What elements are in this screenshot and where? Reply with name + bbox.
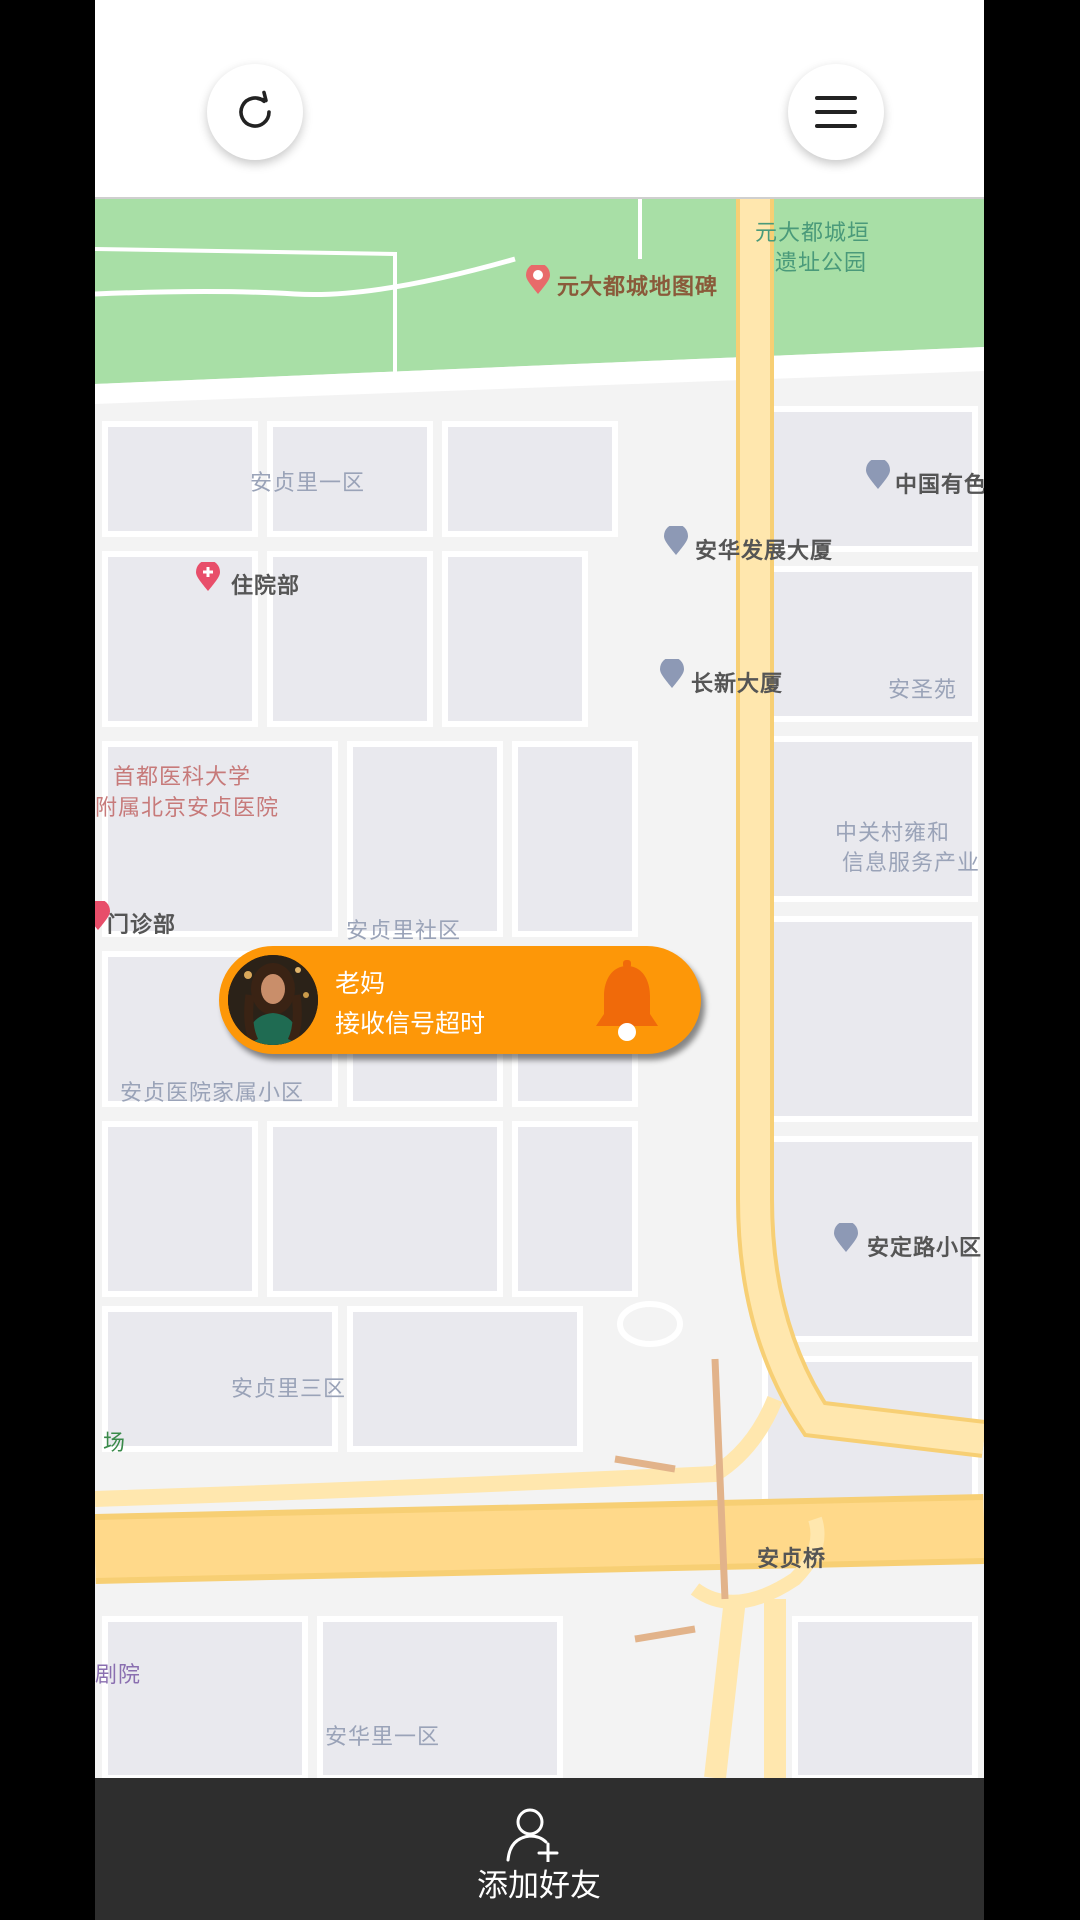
add-friend-label: 添加好友 <box>477 1868 601 1904</box>
building-pin-icon <box>866 460 890 489</box>
avatar <box>228 955 318 1045</box>
map-label: 信息服务产业 <box>842 851 981 876</box>
building-pin-icon <box>660 659 684 688</box>
map-label: 附属北京安贞医院 <box>95 796 280 821</box>
map-label: 安贞里一区 <box>250 471 366 496</box>
map-label: 元大都城垣 <box>755 221 871 246</box>
add-user-icon <box>506 1808 559 1862</box>
poi-pin-icon <box>526 265 550 294</box>
map-label: 门诊部 <box>107 913 177 938</box>
map-label: 安华里一区 <box>325 1725 441 1750</box>
map-label: 住院部 <box>231 574 301 599</box>
refresh-icon <box>239 90 271 128</box>
map-label: 长新大厦 <box>691 672 784 697</box>
bell-icon[interactable] <box>587 960 667 1046</box>
map-label: 安定路小区 <box>867 1236 983 1261</box>
map-label: 剧院 <box>95 1663 142 1688</box>
map-label: 安贞医院家属小区 <box>120 1081 305 1106</box>
friend-alert-card[interactable]: 老妈 接收信号超时 <box>219 946 701 1054</box>
map-label: 场 <box>103 1431 127 1456</box>
app-screen: 元大都城垣 遗址公园 元大都城地图碑 安贞里一区 中国有色 安华发展大厦 住院部… <box>95 0 984 1920</box>
signal-status: 接收信号超时 <box>335 1009 486 1038</box>
menu-button[interactable] <box>788 64 884 160</box>
building-pin-icon <box>834 1223 858 1252</box>
map-label: 遗址公园 <box>775 251 868 276</box>
hamburger-menu-icon <box>815 96 857 128</box>
map-label: 安圣苑 <box>888 678 958 703</box>
map-label: 元大都城地图碑 <box>557 275 719 300</box>
map-label: 安贞桥 <box>757 1547 827 1572</box>
building-pin-icon <box>664 526 688 555</box>
refresh-button[interactable] <box>207 64 303 160</box>
map-label: 安华发展大厦 <box>695 539 834 564</box>
map-label: 中关村雍和 <box>835 821 951 846</box>
map-label: 首都医科大学 <box>113 765 252 790</box>
map-label: 中国有色 <box>895 473 984 498</box>
add-friend-button[interactable]: 添加好友 <box>439 1806 639 1914</box>
map-label: 安贞里社区 <box>346 919 462 944</box>
friend-name: 老妈 <box>335 969 386 998</box>
map-label: 安贞里三区 <box>231 1377 347 1402</box>
hospital-pin-icon <box>196 562 220 591</box>
top-toolbar <box>95 0 984 199</box>
bottom-nav: 添加好友 <box>95 1778 984 1920</box>
